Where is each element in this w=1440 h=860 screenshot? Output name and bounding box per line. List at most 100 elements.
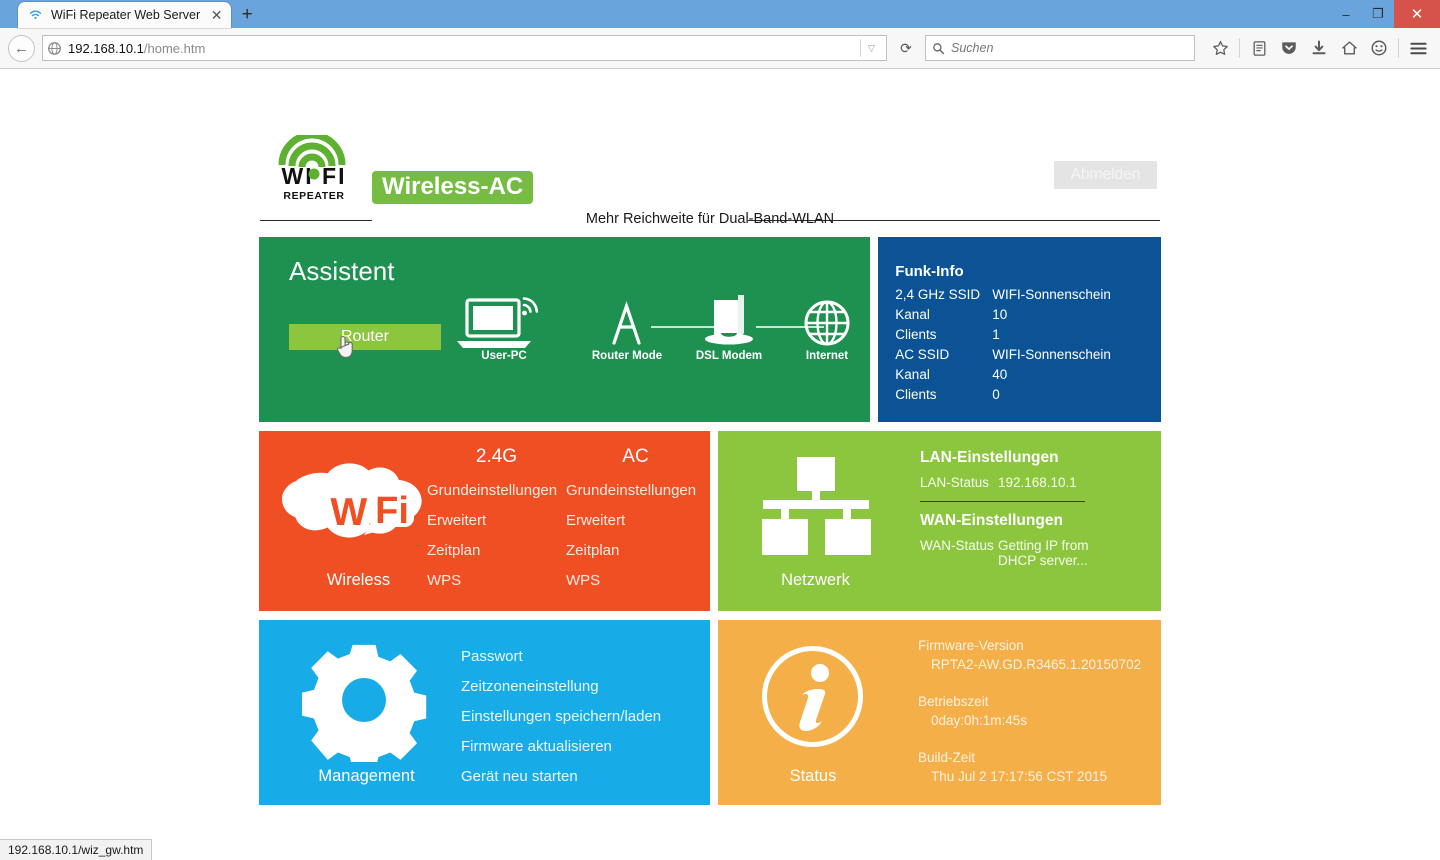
lan-status-row: LAN-Status 192.168.10.1 bbox=[920, 475, 1145, 490]
browser-title-bar: WiFi Repeater Web Server ✕ + – ❐ ✕ bbox=[0, 0, 1440, 28]
panel-funk-info: Funk-Info 2,4 GHz SSID WIFI-Sonnenschein… bbox=[878, 237, 1161, 422]
management-link-geraet-neu-starten[interactable]: Gerät neu starten bbox=[461, 762, 661, 792]
new-tab-button[interactable]: + bbox=[233, 2, 261, 28]
url-host: 192.168.10.1 bbox=[68, 40, 144, 56]
close-icon[interactable]: ✕ bbox=[208, 7, 225, 24]
firmware-value: RPTA2-AW.GD.R3465.1.20150702 bbox=[930, 657, 1142, 672]
funk-info-row: Kanal 40 bbox=[895, 365, 1161, 385]
wireless-caption: Wireless bbox=[326, 571, 391, 589]
funk-info-row: Clients 0 bbox=[895, 385, 1161, 405]
uptime-label: Betriebszeit bbox=[917, 694, 989, 709]
page-content: WI FI REPEATER Wireless-AC Mehr Reichwei… bbox=[0, 69, 1440, 860]
wireless-column-ac: AC Grundeinstellungen Erweitert Zeitplan… bbox=[566, 446, 705, 596]
panel-assistent: Assistent Router User-PC Router Mode DSL… bbox=[259, 237, 871, 422]
browser-tab[interactable]: WiFi Repeater Web Server ✕ bbox=[18, 2, 232, 28]
maximize-icon[interactable]: ❐ bbox=[1362, 0, 1394, 28]
minimize-icon[interactable]: – bbox=[1330, 0, 1362, 28]
netzwerk-body: LAN-Einstellungen LAN-Status 192.168.10.… bbox=[919, 449, 1145, 568]
dashboard-row-3: Management Passwort Zeitzoneneinstellung… bbox=[259, 620, 1161, 805]
status-body: Firmware-Version RPTA2-AW.GD.R3465.1.201… bbox=[918, 636, 1158, 786]
management-link-zeitzoneneinstellung[interactable]: Zeitzoneneinstellung bbox=[461, 672, 661, 702]
wireless-link-grundeinstellungen[interactable]: Grundeinstellungen bbox=[427, 476, 566, 506]
wan-heading: WAN-Einstellungen bbox=[919, 512, 1063, 529]
wifi-repeater-logo: WI FI REPEATER bbox=[260, 131, 365, 207]
wireless-link-wps[interactable]: WPS bbox=[566, 566, 705, 596]
hamburger-menu-icon[interactable] bbox=[1404, 35, 1432, 62]
management-link-einstellungen-speichern-laden[interactable]: Einstellungen speichern/laden bbox=[461, 702, 661, 732]
wireless-link-wps[interactable]: WPS bbox=[427, 566, 566, 596]
sync-chat-icon[interactable] bbox=[1365, 35, 1393, 62]
pocket-icon[interactable] bbox=[1275, 35, 1303, 62]
panel-netzwerk: Netzwerk LAN-Einstellungen LAN-Status 19… bbox=[717, 431, 1161, 611]
home-icon[interactable] bbox=[1335, 35, 1363, 62]
wireless-link-zeitplan[interactable]: Zeitplan bbox=[566, 536, 705, 566]
chevron-down-icon[interactable]: ▽ bbox=[860, 39, 882, 57]
panel-wireless: Wi Fi Wireless 2.4G Grundeinstellungen E… bbox=[259, 431, 710, 611]
panel-management: Management Passwort Zeitzoneneinstellung… bbox=[259, 620, 710, 805]
dashboard-row-1: Assistent Router User-PC Router Mode DSL… bbox=[259, 237, 1161, 422]
window-controls: – ❐ ✕ bbox=[1330, 0, 1440, 28]
funk-value: WIFI-Sonnenschein bbox=[992, 287, 1111, 302]
management-link-firmware-aktualisieren[interactable]: Firmware aktualisieren bbox=[461, 732, 661, 762]
funk-info-title: Funk-Info bbox=[895, 263, 964, 280]
wan-status-value: Getting IP from DHCP server... bbox=[997, 538, 1089, 568]
bookmark-star-icon[interactable] bbox=[1206, 35, 1234, 62]
status-caption: Status bbox=[789, 767, 837, 785]
dashboard-row-2: Wi Fi Wireless 2.4G Grundeinstellungen E… bbox=[259, 431, 1161, 611]
firmware-label: Firmware-Version bbox=[917, 638, 1024, 653]
toolbar-icons bbox=[1206, 35, 1432, 62]
wifi-cloud-icon: Wi Fi bbox=[282, 463, 422, 538]
wan-status-row: WAN-Status Getting IP from DHCP server..… bbox=[920, 538, 1145, 568]
wireless-col-header: 2.4G bbox=[475, 446, 518, 467]
funk-key: Clients bbox=[895, 327, 937, 342]
funk-info-row: AC SSID WIFI-Sonnenschein bbox=[895, 345, 1161, 365]
funk-info-row: Clients 1 bbox=[895, 325, 1161, 345]
management-links: Passwort Zeitzoneneinstellung Einstellun… bbox=[461, 642, 661, 792]
funk-key: Kanal bbox=[895, 307, 930, 322]
wireless-link-grundeinstellungen[interactable]: Grundeinstellungen bbox=[566, 476, 705, 506]
node-label-user-pc: User-PC bbox=[481, 350, 527, 362]
lan-status-label: LAN-Status bbox=[919, 475, 989, 490]
network-tree-icon bbox=[761, 457, 871, 555]
wireless-column-24g: 2.4G Grundeinstellungen Erweitert Zeitpl… bbox=[427, 446, 566, 596]
funk-value: 1 bbox=[992, 327, 1000, 342]
search-placeholder: Suchen bbox=[951, 41, 994, 55]
management-link-passwort[interactable]: Passwort bbox=[461, 642, 661, 672]
funk-value: WIFI-Sonnenschein bbox=[992, 347, 1111, 362]
close-window-icon[interactable]: ✕ bbox=[1394, 0, 1440, 28]
wireless-link-erweitert[interactable]: Erweitert bbox=[427, 506, 566, 536]
browser-nav-bar: ← 192.168.10.1/home.htm ▽ ⟳ Suchen bbox=[0, 28, 1440, 69]
reload-icon[interactable]: ⟳ bbox=[894, 36, 918, 60]
divider bbox=[1398, 38, 1399, 58]
logout-button[interactable]: Abmelden bbox=[1054, 161, 1157, 189]
globe-icon bbox=[804, 300, 850, 346]
search-input[interactable]: Suchen bbox=[925, 35, 1195, 61]
node-label-router-mode: Router Mode bbox=[591, 350, 663, 362]
svg-text:Fi: Fi bbox=[375, 490, 409, 532]
address-bar[interactable]: 192.168.10.1/home.htm ▽ bbox=[42, 35, 887, 61]
logo-subtext: REPEATER bbox=[283, 190, 345, 202]
topology-diagram bbox=[457, 295, 850, 348]
wan-status-label: WAN-Status bbox=[919, 538, 994, 553]
url-text: 192.168.10.1/home.htm bbox=[68, 41, 854, 56]
funk-value: 0 bbox=[992, 387, 1000, 402]
brand-badge: Wireless-AC bbox=[372, 171, 534, 205]
build-label: Build-Zeit bbox=[917, 750, 975, 765]
globe-icon bbox=[48, 41, 61, 55]
back-icon[interactable]: ← bbox=[8, 34, 35, 62]
wireless-link-erweitert[interactable]: Erweitert bbox=[566, 506, 705, 536]
site-header: WI FI REPEATER Wireless-AC Mehr Reichwei… bbox=[260, 131, 1160, 230]
wireless-link-zeitplan[interactable]: Zeitplan bbox=[427, 536, 566, 566]
netzwerk-caption: Netzwerk bbox=[781, 571, 850, 589]
downloads-icon[interactable] bbox=[1305, 35, 1333, 62]
logo-dot-icon bbox=[308, 168, 320, 180]
tab-title: WiFi Repeater Web Server bbox=[51, 8, 201, 22]
management-caption: Management bbox=[318, 767, 415, 785]
lan-heading: LAN-Einstellungen bbox=[919, 449, 1059, 466]
node-label-internet: Internet bbox=[805, 350, 849, 362]
funk-key: Kanal bbox=[895, 367, 930, 382]
funk-key: AC SSID bbox=[895, 347, 950, 362]
gear-icon bbox=[302, 644, 427, 762]
reader-list-icon[interactable] bbox=[1245, 35, 1273, 62]
